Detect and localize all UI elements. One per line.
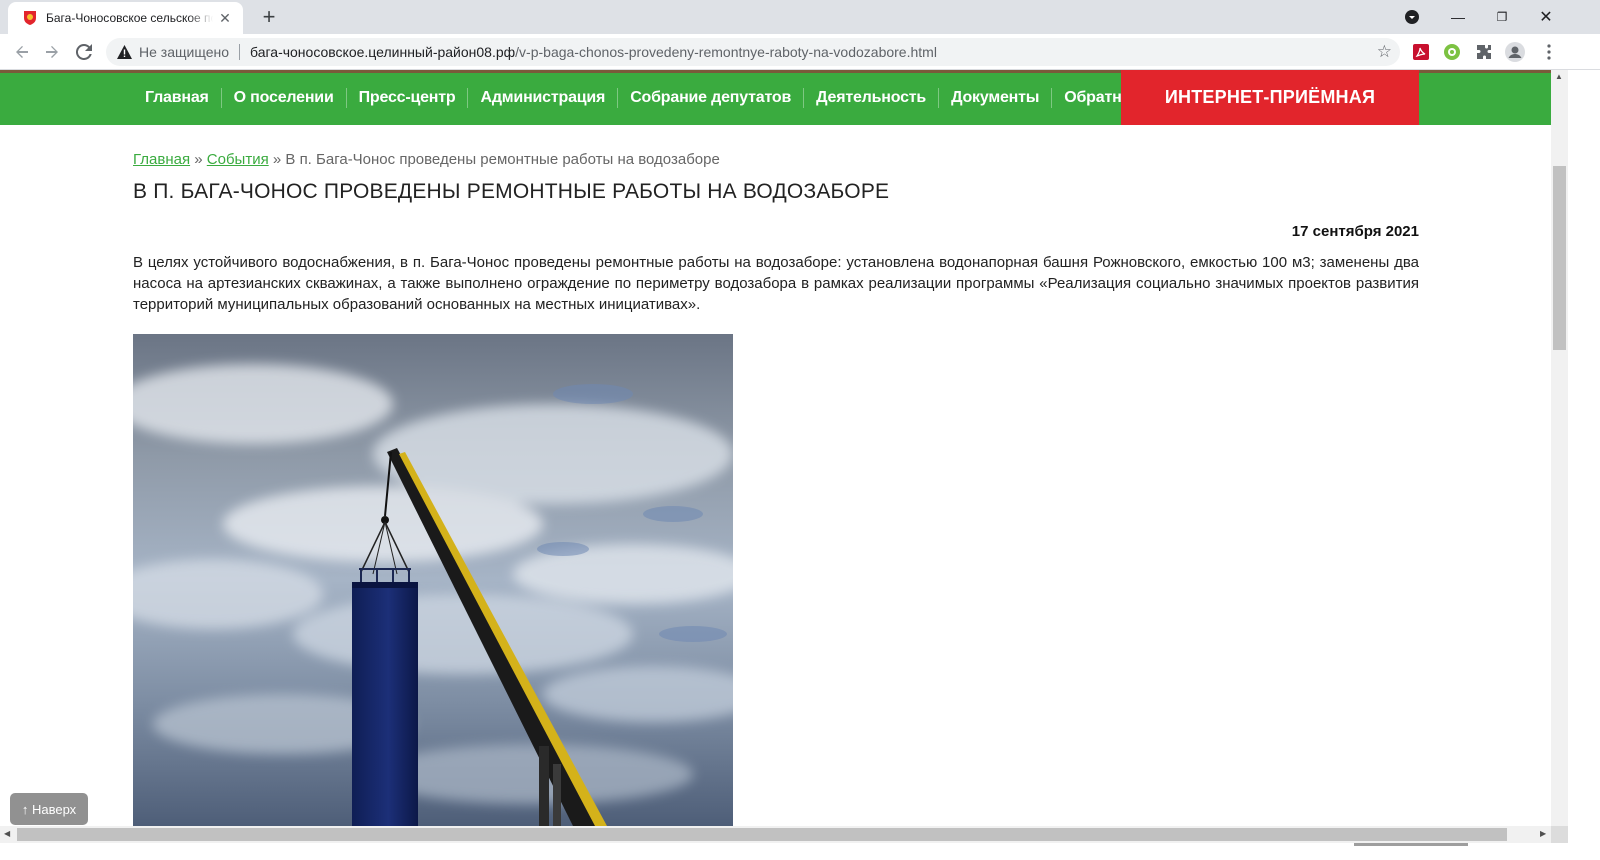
breadcrumb-separator: » bbox=[190, 151, 207, 168]
reload-icon[interactable] bbox=[70, 38, 98, 66]
plus-icon[interactable]: + bbox=[256, 5, 282, 29]
forward-icon[interactable] bbox=[38, 38, 66, 66]
article-photo[interactable] bbox=[133, 334, 733, 826]
water-tower-crane-photo bbox=[133, 334, 733, 826]
restore-icon[interactable]: ❐ bbox=[1482, 0, 1522, 34]
nav-item-about[interactable]: О поселении bbox=[220, 87, 346, 108]
close-icon[interactable]: ✕ bbox=[217, 10, 233, 26]
omnibox-divider bbox=[239, 44, 240, 60]
back-to-top-button[interactable]: ↑ Наверх bbox=[10, 793, 88, 825]
profile-avatar-icon[interactable] bbox=[1505, 42, 1525, 62]
minimize-icon[interactable]: — bbox=[1438, 0, 1478, 34]
browser-toolbar: Не защищено бага-чоносовское.целинный-ра… bbox=[0, 34, 1600, 70]
breadcrumb-current: В п. Бага-Чонос проведены ремонтные рабо… bbox=[285, 151, 720, 168]
url-path: /v-p-baga-chonos-provedeny-remontnye-rab… bbox=[515, 44, 937, 60]
nav-item-administration[interactable]: Администрация bbox=[467, 87, 617, 108]
breadcrumb-separator: » bbox=[268, 151, 286, 168]
back-icon[interactable] bbox=[8, 38, 36, 66]
warning-icon[interactable] bbox=[116, 44, 132, 60]
nav-item-deputies[interactable]: Собрание депутатов bbox=[617, 87, 803, 108]
scrollbar-corner bbox=[1551, 826, 1568, 843]
tab-title: Бага-Чоносовское сельское поселение bbox=[46, 11, 213, 25]
nav-item-activity[interactable]: Деятельность bbox=[803, 87, 938, 108]
star-icon[interactable]: ☆ bbox=[1377, 42, 1392, 62]
tab-bar: Бага-Чоносовское сельское поселение ✕ + … bbox=[0, 0, 1600, 34]
pdf-extension-icon[interactable] bbox=[1411, 42, 1431, 62]
security-label[interactable]: Не защищено bbox=[139, 44, 229, 60]
breadcrumb-events-link[interactable]: События bbox=[207, 151, 269, 168]
green-extension-icon[interactable] bbox=[1442, 42, 1462, 62]
window-close-icon[interactable]: ✕ bbox=[1526, 0, 1566, 34]
vertical-scrollbar[interactable]: ▲ bbox=[1551, 70, 1568, 826]
vertical-scroll-thumb[interactable] bbox=[1553, 166, 1566, 350]
scroll-left-icon[interactable]: ◀ bbox=[4, 829, 10, 838]
nav-item-documents[interactable]: Документы bbox=[938, 87, 1051, 108]
article-body: В целях устойчивого водоснабжения, в п. … bbox=[133, 254, 1419, 313]
horizontal-scroll-thumb[interactable] bbox=[17, 828, 1507, 841]
taskbar-fragment bbox=[1354, 843, 1468, 846]
favicon-emblem-icon bbox=[22, 10, 38, 26]
breadcrumb: Главная » События » В п. Бага-Чонос пров… bbox=[133, 151, 720, 168]
breadcrumb-home-link[interactable]: Главная bbox=[133, 151, 190, 168]
address-bar[interactable]: Не защищено бага-чоносовское.целинный-ра… bbox=[106, 38, 1400, 66]
main-navigation: Главная О поселении Пресс-центр Админист… bbox=[0, 70, 1551, 125]
window-bottom-edge bbox=[0, 843, 1600, 860]
profile-dropdown-icon[interactable] bbox=[1400, 0, 1424, 34]
internet-reception-button[interactable]: ИНТЕРНЕТ-ПРИЁМНАЯ bbox=[1121, 70, 1419, 125]
url-host: бага-чоносовское.целинный-район08.рф bbox=[250, 44, 516, 60]
scroll-up-icon[interactable]: ▲ bbox=[1555, 72, 1563, 81]
scroll-right-icon[interactable]: ▶ bbox=[1540, 829, 1546, 838]
web-page: Главная О поселении Пресс-центр Админист… bbox=[0, 70, 1551, 826]
nav-item-home[interactable]: Главная bbox=[133, 88, 221, 108]
article-date: 17 сентября 2021 bbox=[1291, 223, 1419, 240]
page-title: В П. БАГА-ЧОНОС ПРОВЕДЕНЫ РЕМОНТНЫЕ РАБО… bbox=[133, 180, 890, 203]
puzzle-extensions-icon[interactable] bbox=[1474, 42, 1494, 62]
horizontal-scrollbar[interactable]: ◀ ▶ bbox=[0, 826, 1568, 843]
browser-tab[interactable]: Бага-Чоносовское сельское поселение ✕ bbox=[8, 2, 243, 34]
nav-item-press[interactable]: Пресс-центр bbox=[345, 87, 468, 108]
more-menu-icon[interactable] bbox=[1539, 42, 1559, 62]
